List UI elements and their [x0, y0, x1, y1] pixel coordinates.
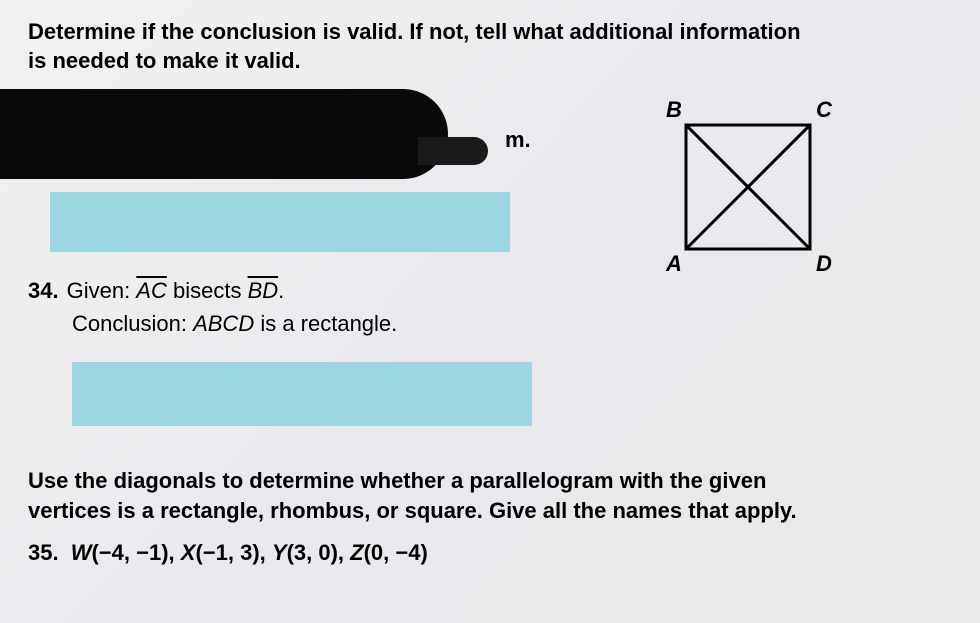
- shape-abcd: ABCD: [193, 311, 254, 336]
- pen-tip-icon: [418, 137, 488, 165]
- instructions-2-line-1: Use the diagonals to determine whether a…: [28, 468, 766, 493]
- answer-input-box-34[interactable]: [72, 362, 532, 426]
- figure-quadrilateral: B C A D: [648, 103, 848, 283]
- answer-input-box-33[interactable]: [50, 192, 510, 252]
- conclusion-label: Conclusion:: [72, 311, 193, 336]
- vertex-w: W: [71, 540, 92, 565]
- content-row: m. 34. Given: AC bisects BD. Conclusion:…: [28, 83, 952, 426]
- given-label: Given:: [67, 278, 137, 303]
- segment-bd: BD: [248, 278, 279, 303]
- vertex-z: Z: [350, 540, 363, 565]
- instructions-block-2: Use the diagonals to determine whether a…: [28, 466, 952, 525]
- coords-w: (−4, −1),: [91, 540, 180, 565]
- coords-y: (3, 0),: [287, 540, 351, 565]
- problem-35: 35. W(−4, −1), X(−1, 3), Y(3, 0), Z(0, −…: [28, 540, 952, 566]
- vertex-x: X: [181, 540, 196, 565]
- pen-body-icon: [0, 89, 448, 179]
- instructions-1-line-2: is needed to make it valid.: [28, 48, 301, 73]
- instructions-2-line-2: vertices is a rectangle, rhombus, or squ…: [28, 498, 797, 523]
- problem-34: 34. Given: AC bisects BD. Conclusion: AB…: [28, 274, 548, 340]
- left-column: m. 34. Given: AC bisects BD. Conclusion:…: [28, 83, 548, 426]
- instructions-1-line-1: Determine if the conclusion is valid. If…: [28, 19, 801, 44]
- instructions-block-1: Determine if the conclusion is valid. If…: [28, 18, 952, 75]
- coords-x: (−1, 3),: [195, 540, 271, 565]
- vertex-label-c: C: [816, 97, 832, 123]
- coords-z: (0, −4): [364, 540, 428, 565]
- bisects-text: bisects: [167, 278, 248, 303]
- vertex-label-a: A: [666, 251, 682, 277]
- obscured-text-suffix: m.: [505, 127, 531, 153]
- pen-obscured-region: m.: [28, 89, 498, 184]
- conclusion-rest: is a rectangle.: [254, 311, 397, 336]
- vertex-y: Y: [272, 540, 287, 565]
- vertex-label-d: D: [816, 251, 832, 277]
- problem-34-number: 34.: [28, 274, 59, 307]
- problem-34-given: Given: AC bisects BD.: [67, 274, 285, 307]
- problem-34-conclusion-line: Conclusion: ABCD is a rectangle.: [72, 307, 548, 340]
- right-column: B C A D: [588, 83, 868, 283]
- segment-ac: AC: [136, 278, 167, 303]
- problem-35-number: 35.: [28, 540, 59, 565]
- given-period: .: [278, 278, 284, 303]
- problem-34-given-line: 34. Given: AC bisects BD.: [28, 274, 548, 307]
- vertex-label-b: B: [666, 97, 682, 123]
